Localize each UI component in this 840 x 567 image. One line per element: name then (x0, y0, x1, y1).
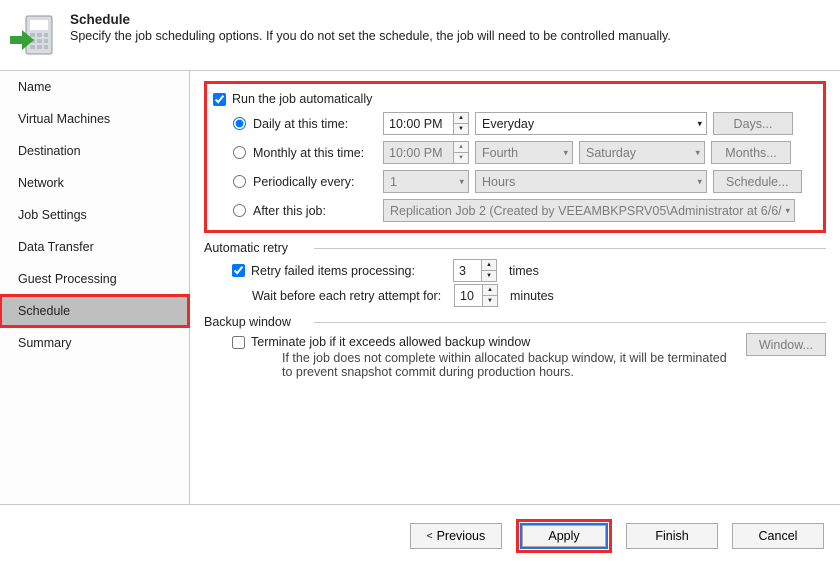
wizard-header: Schedule Specify the job scheduling opti… (0, 0, 840, 70)
chevron-down-icon: ▾ (563, 147, 568, 158)
wait-count-input[interactable]: 10 ▲ ▼ (454, 284, 498, 307)
monthly-time-input: 10:00 PM ▲ ▼ (383, 141, 469, 164)
spin-down-icon[interactable]: ▼ (482, 271, 496, 281)
retry-wait-row: Wait before each retry attempt for: 10 ▲… (232, 284, 826, 307)
monthly-time-value: 10:00 PM (384, 146, 453, 160)
periodic-radio-input[interactable] (233, 175, 246, 188)
spin-down-icon: ▼ (454, 153, 468, 163)
periodic-unit-select: Hours ▾ (475, 170, 707, 193)
after-radio-input[interactable] (233, 204, 246, 217)
window-button: Window... (746, 333, 826, 356)
chevron-down-icon: ▾ (697, 118, 702, 129)
daily-radio-input[interactable] (233, 117, 246, 130)
monthly-radio-label: Monthly at this time: (253, 146, 364, 160)
chevron-down-icon: ▾ (697, 176, 702, 187)
finish-button[interactable]: Finish (626, 523, 718, 549)
apply-button[interactable]: Apply (522, 525, 606, 547)
sidebar-item-virtual-machines[interactable]: Virtual Machines (0, 103, 189, 135)
sidebar-item-destination[interactable]: Destination (0, 135, 189, 167)
after-job-select: Replication Job 2 (Created by VEEAMBKPSR… (383, 199, 795, 222)
retry-times-label: times (509, 264, 539, 278)
sidebar-item-job-settings[interactable]: Job Settings (0, 199, 189, 231)
monthly-time-spinner: ▲ ▼ (453, 142, 468, 163)
wizard-footer: < Previous Apply Finish Cancel (0, 505, 840, 567)
monthly-radio[interactable]: Monthly at this time: (213, 146, 377, 160)
retry-checkbox[interactable] (232, 264, 245, 277)
daily-time-input[interactable]: 10:00 PM ▲ ▼ (383, 112, 469, 135)
page-subtitle: Specify the job scheduling options. If y… (70, 29, 671, 43)
sidebar-item-network[interactable]: Network (0, 167, 189, 199)
chevron-left-icon: < (427, 531, 433, 542)
wait-count-spinner[interactable]: ▲ ▼ (482, 285, 497, 306)
spin-up-icon: ▲ (454, 142, 468, 153)
schedule-section: Run the job automatically Daily at this … (204, 81, 826, 233)
terminate-checkbox-input[interactable] (232, 336, 245, 349)
sidebar-item-schedule[interactable]: Schedule (0, 295, 189, 327)
retry-count-spinner[interactable]: ▲ ▼ (481, 260, 496, 281)
main-panel: Run the job automatically Daily at this … (190, 71, 840, 504)
schedule-button: Schedule... (713, 170, 802, 193)
chevron-down-icon: ▾ (459, 176, 464, 187)
periodic-value: 1 (390, 175, 397, 189)
chevron-down-icon: ▾ (785, 205, 790, 216)
periodic-radio-label: Periodically every: (253, 175, 354, 189)
sidebar-item-summary[interactable]: Summary (0, 327, 189, 359)
backup-window-section-label: Backup window (204, 315, 826, 329)
apply-highlight: Apply (516, 519, 612, 553)
spin-down-icon[interactable]: ▼ (483, 296, 497, 306)
terminate-checkbox[interactable]: Terminate job if it exceeds allowed back… (232, 335, 736, 349)
chevron-down-icon: ▾ (695, 147, 700, 158)
daily-days-value: Everyday (482, 117, 534, 131)
daily-time-value: 10:00 PM (384, 117, 453, 131)
retry-checkbox-row: Retry failed items processing: 3 ▲ ▼ tim… (232, 259, 826, 282)
daily-days-select[interactable]: Everyday ▾ (475, 112, 707, 135)
periodic-radio[interactable]: Periodically every: (213, 175, 377, 189)
days-button: Days... (713, 112, 793, 135)
automatic-retry-section-label: Automatic retry (204, 241, 826, 255)
monthly-day-select: Saturday ▾ (579, 141, 705, 164)
monthly-radio-input[interactable] (233, 146, 246, 159)
periodic-unit-value: Hours (482, 175, 515, 189)
monthly-day-value: Saturday (586, 146, 636, 160)
daily-radio[interactable]: Daily at this time: (213, 117, 377, 131)
after-radio[interactable]: After this job: (213, 204, 377, 218)
retry-label: Retry failed items processing: (251, 264, 447, 278)
monthly-ordinal-select: Fourth ▾ (475, 141, 573, 164)
terminate-label: Terminate job if it exceeds allowed back… (251, 335, 530, 349)
retry-minutes-label: minutes (510, 289, 554, 303)
spin-up-icon[interactable]: ▲ (483, 285, 497, 296)
retry-wait-label: Wait before each retry attempt for: (252, 289, 448, 303)
retry-count-value: 3 (454, 264, 481, 278)
previous-button[interactable]: < Previous (410, 523, 502, 549)
daily-radio-label: Daily at this time: (253, 117, 348, 131)
sidebar-item-data-transfer[interactable]: Data Transfer (0, 231, 189, 263)
after-radio-label: After this job: (253, 204, 326, 218)
spin-up-icon[interactable]: ▲ (482, 260, 496, 271)
run-automatically-checkbox[interactable]: Run the job automatically (213, 92, 817, 106)
sidebar-item-guest-processing[interactable]: Guest Processing (0, 263, 189, 295)
run-automatically-input[interactable] (213, 93, 226, 106)
previous-label: Previous (437, 529, 486, 543)
monthly-ordinal-value: Fourth (482, 146, 518, 160)
daily-time-spinner[interactable]: ▲ ▼ (453, 113, 468, 134)
spin-down-icon[interactable]: ▼ (454, 124, 468, 134)
sidebar-item-name[interactable]: Name (0, 71, 189, 103)
schedule-icon (8, 12, 56, 60)
spin-up-icon[interactable]: ▲ (454, 113, 468, 124)
run-automatically-label: Run the job automatically (232, 92, 372, 106)
wait-count-value: 10 (455, 289, 482, 303)
page-title: Schedule (70, 12, 671, 27)
wizard-steps-sidebar: Name Virtual Machines Destination Networ… (0, 71, 190, 504)
months-button: Months... (711, 141, 791, 164)
retry-count-input[interactable]: 3 ▲ ▼ (453, 259, 497, 282)
header-text: Schedule Specify the job scheduling opti… (70, 12, 671, 43)
backup-window-help-text: If the job does not complete within allo… (282, 351, 732, 379)
cancel-button[interactable]: Cancel (732, 523, 824, 549)
after-job-value: Replication Job 2 (Created by VEEAMBKPSR… (390, 204, 782, 218)
periodic-value-select: 1 ▾ (383, 170, 469, 193)
